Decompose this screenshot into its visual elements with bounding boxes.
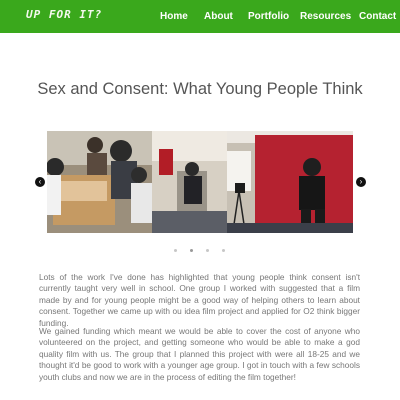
- nav-portfolio[interactable]: Portfolio: [248, 11, 289, 25]
- slider-dots: [174, 249, 228, 253]
- slider-dot[interactable]: [174, 249, 177, 252]
- nav-contact[interactable]: Contact: [359, 11, 396, 25]
- slider-prev-button[interactable]: ‹: [35, 177, 45, 187]
- nav-resources[interactable]: Resources: [300, 11, 351, 25]
- page-title: Sex and Consent: What Young People Think: [37, 80, 363, 98]
- nav-home[interactable]: Home: [160, 11, 188, 25]
- site-logo[interactable]: UP FOR IT?: [26, 8, 102, 21]
- slider-next-button[interactable]: ›: [356, 177, 366, 187]
- navbar: UP FOR IT? Home About Portfolio Resource…: [0, 0, 400, 33]
- slider-dot-active[interactable]: [190, 249, 193, 252]
- nav-about[interactable]: About: [204, 11, 233, 25]
- chevron-left-icon: ‹: [38, 177, 42, 186]
- body-paragraph: Lots of the work I've done has highlight…: [39, 272, 360, 328]
- slider-dot[interactable]: [206, 249, 209, 252]
- slider-photo: [47, 131, 353, 233]
- slider-dot[interactable]: [222, 249, 225, 252]
- chevron-right-icon: ›: [359, 177, 363, 186]
- body-paragraph: We gained funding which meant we would b…: [39, 326, 360, 382]
- photo-slider[interactable]: [47, 131, 353, 233]
